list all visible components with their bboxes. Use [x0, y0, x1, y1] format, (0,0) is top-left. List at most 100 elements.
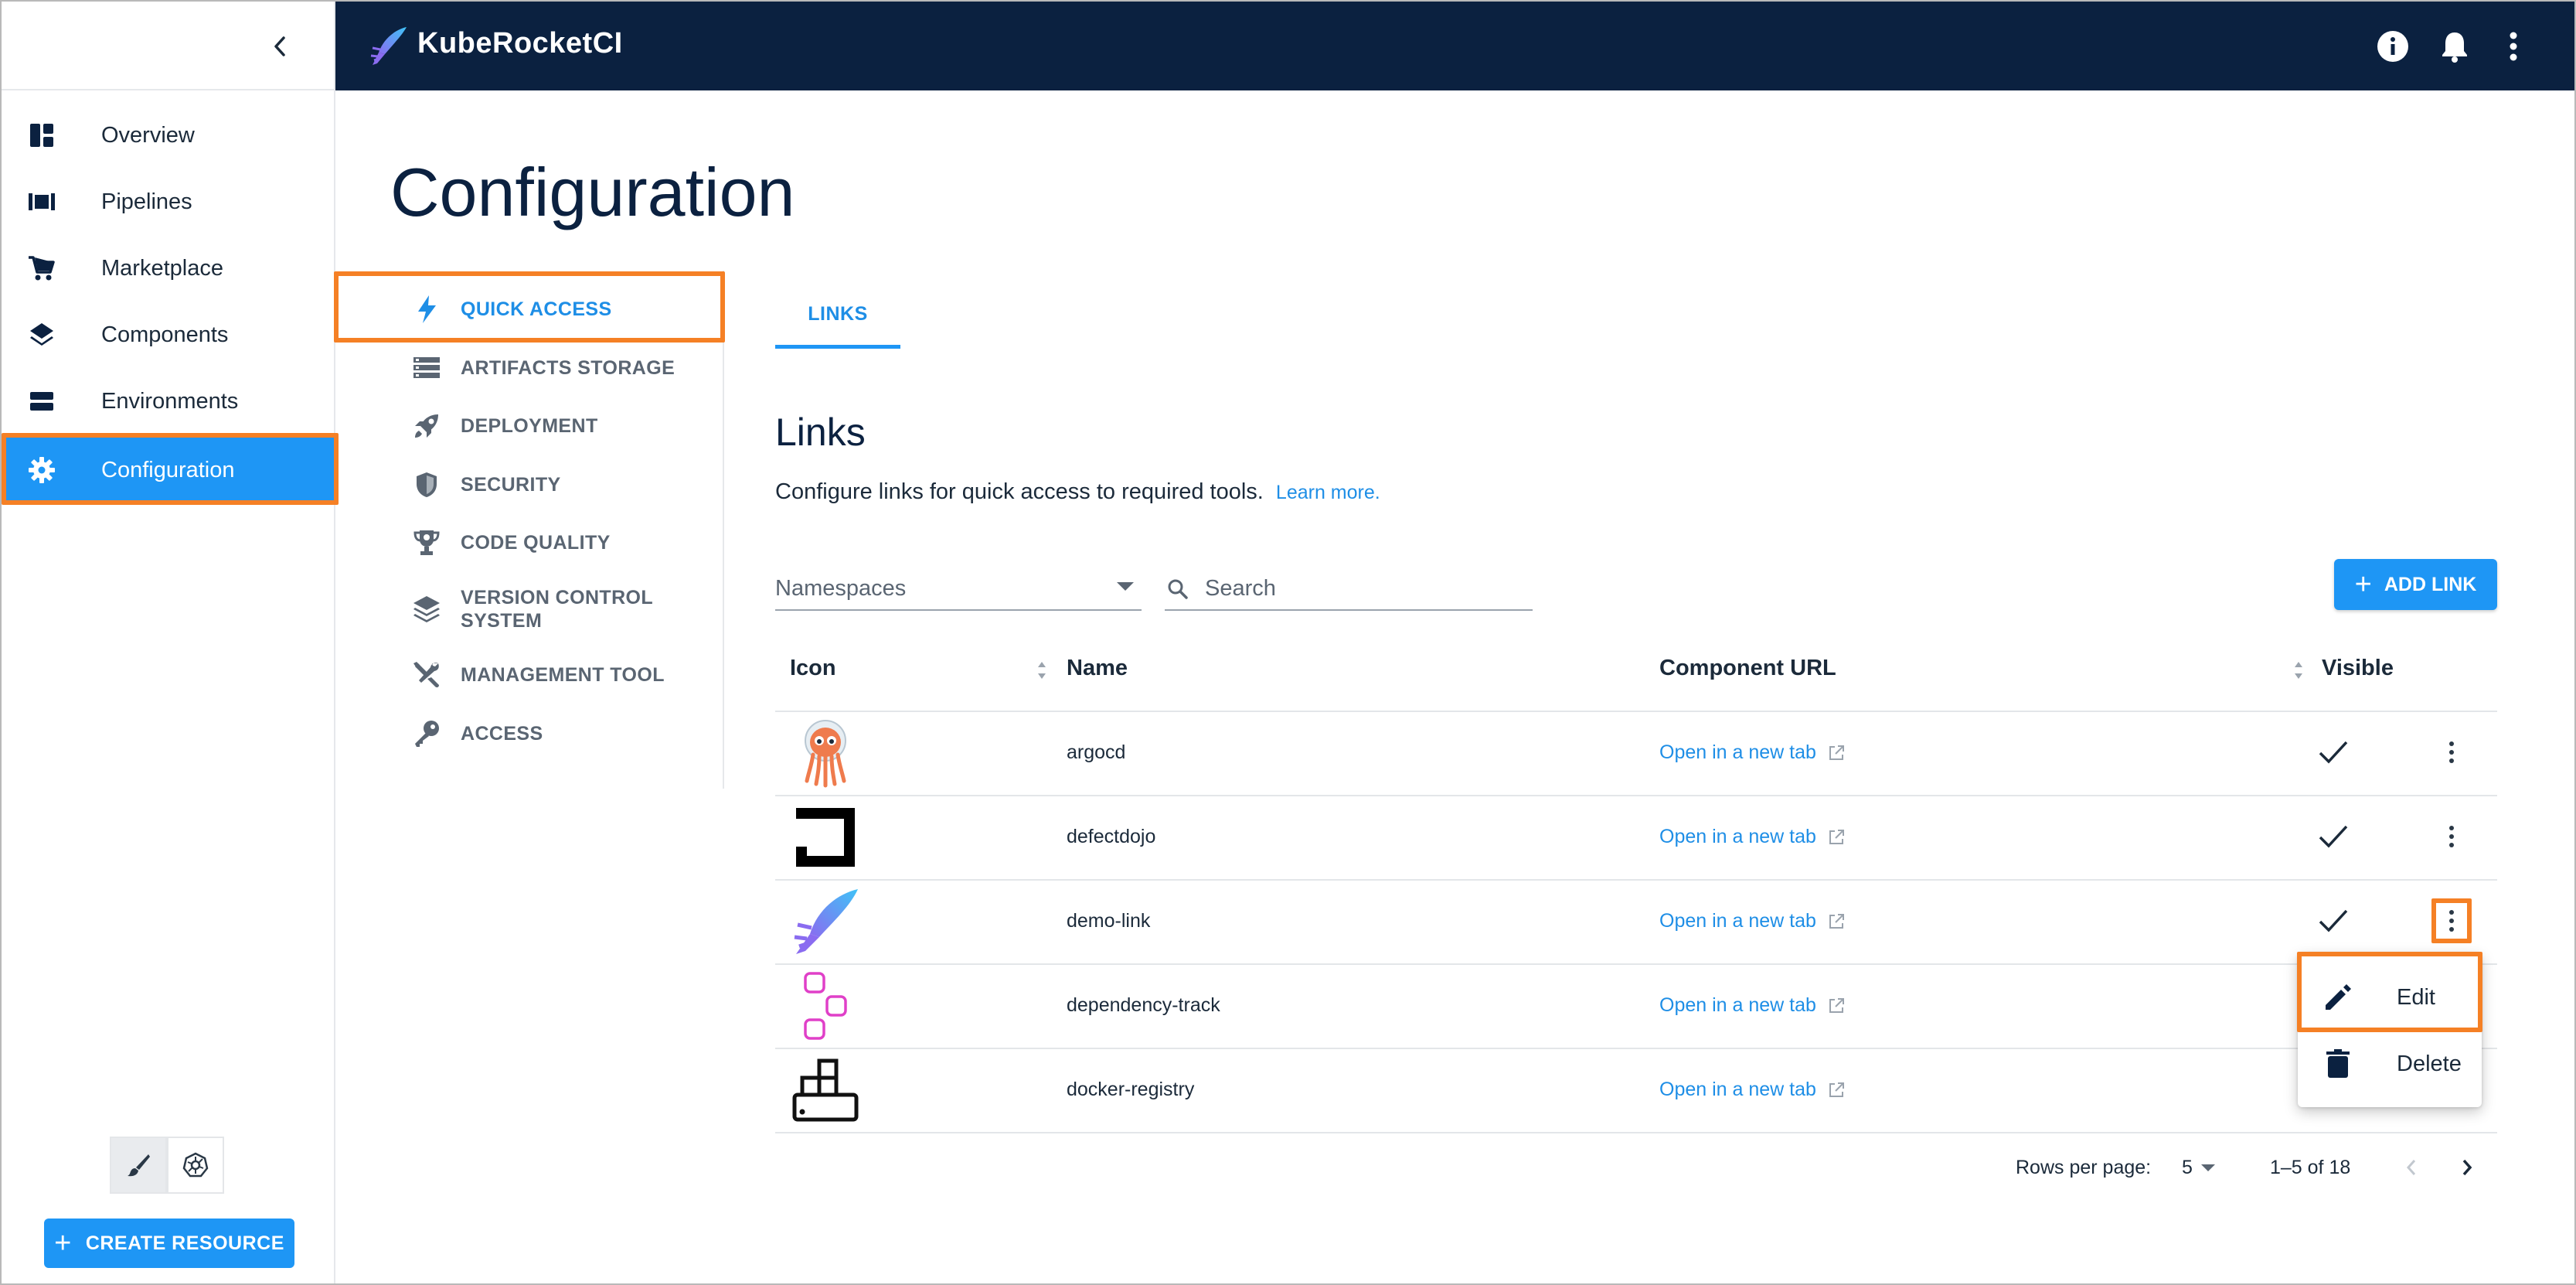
rows-per-page-label: Rows per page: [2016, 1157, 2152, 1178]
notifications-button[interactable] [2438, 29, 2472, 63]
component-url-link[interactable]: Open in a new tab [1659, 1079, 1846, 1101]
trophy-icon [410, 526, 444, 560]
url-text: Open in a new tab [1659, 1079, 1816, 1100]
link-name: demo-link [1067, 910, 1151, 932]
rocket-icon [410, 409, 444, 443]
link-name: docker-registry [1067, 1079, 1195, 1100]
subnav-label: CODE QUALITY [461, 532, 611, 554]
argocd-icon [805, 720, 846, 788]
subnav-quick-access[interactable]: QUICK ACCESS [410, 290, 612, 329]
tools-icon [410, 658, 444, 692]
column-header-visible[interactable]: Visible [2322, 656, 2394, 681]
component-url-link[interactable]: Open in a new tab [1659, 994, 1846, 1017]
chevron-left-icon [2406, 1160, 2416, 1175]
component-url-link[interactable]: Open in a new tab [1659, 741, 1846, 764]
row-divider [775, 963, 2497, 965]
sidebar-item-configuration[interactable]: Configuration [2, 437, 335, 503]
kuberocketci-icon [794, 889, 858, 954]
subnav-management-tool[interactable]: MANAGEMENT TOOL [410, 656, 665, 694]
row-divider [775, 1132, 2497, 1133]
layers-icon [28, 321, 56, 349]
sort-icon[interactable] [2291, 659, 2306, 682]
dropdown-arrow-icon [2201, 1164, 2215, 1171]
search-icon [1165, 576, 1191, 602]
subnav-security[interactable]: SECURITY [410, 465, 561, 504]
subnav-label-line1: VERSION CONTROL [461, 587, 654, 608]
section-description: Configure links for quick access to requ… [775, 479, 1380, 505]
bolt-icon [410, 292, 444, 326]
row-actions-button[interactable] [2442, 821, 2461, 852]
search-placeholder: Search [1205, 576, 1276, 601]
url-text: Open in a new tab [1659, 994, 1816, 1016]
column-header-icon[interactable]: Icon [790, 656, 836, 681]
column-header-component-url[interactable]: Component URL [1659, 656, 1836, 681]
chevron-left-icon [274, 36, 285, 56]
subnav-label: MANAGEMENT TOOL [461, 664, 665, 686]
sidebar-header [2, 2, 334, 90]
subnav-label: DEPLOYMENT [461, 415, 598, 437]
external-link-icon [1829, 997, 1844, 1013]
subnav-version-control-system[interactable]: VERSION CONTROL SYSTEM [410, 582, 653, 636]
delete-menu-item[interactable]: Delete [2298, 1031, 2482, 1096]
shield-icon [410, 468, 444, 502]
row-divider [775, 1048, 2497, 1049]
brush-theme-button[interactable] [110, 1137, 167, 1194]
row-actions-button[interactable] [2442, 737, 2461, 768]
external-link-icon [1829, 829, 1844, 844]
subnav-label: SECURITY [461, 474, 561, 496]
brush-icon [128, 1154, 150, 1177]
link-name: dependency-track [1067, 994, 1220, 1016]
section-title: Links [775, 411, 866, 454]
cart-icon [28, 254, 56, 282]
create-resource-button[interactable]: + CREATE RESOURCE [44, 1219, 294, 1268]
sidebar-item-pipelines[interactable]: Pipelines [2, 169, 335, 235]
defectdojo-icon [796, 808, 855, 867]
component-url-link[interactable]: Open in a new tab [1659, 826, 1846, 848]
url-text: Open in a new tab [1659, 910, 1816, 932]
edit-label: Edit [2397, 984, 2435, 1010]
link-name: argocd [1067, 741, 1126, 763]
previous-page-button[interactable] [2396, 1152, 2427, 1183]
dashboard-icon [28, 121, 56, 149]
url-text: Open in a new tab [1659, 741, 1816, 763]
info-button[interactable] [2376, 29, 2410, 63]
column-header-name[interactable]: Name [1067, 656, 1128, 681]
sort-icon[interactable] [1034, 659, 1050, 682]
kubernetes-icon [182, 1152, 209, 1178]
brand-name: KubeRocketCI [417, 27, 623, 60]
sidebar-item-overview[interactable]: Overview [2, 102, 335, 169]
subnav-access[interactable]: ACCESS [410, 714, 543, 753]
learn-more-link[interactable]: Learn more. [1276, 482, 1380, 503]
subnav-code-quality[interactable]: CODE QUALITY [410, 523, 611, 562]
next-page-button[interactable] [2452, 1152, 2482, 1183]
subnav-label-line2: SYSTEM [461, 610, 543, 632]
namespaces-select[interactable]: Namespaces [775, 568, 1142, 611]
sidebar-item-environments[interactable]: Environments [2, 368, 335, 435]
sidebar-item-label: Marketplace [101, 255, 223, 281]
kubernetes-theme-button[interactable] [167, 1137, 224, 1194]
add-link-label: ADD LINK [2384, 573, 2477, 595]
add-link-button[interactable]: + ADD LINK [2334, 559, 2497, 610]
trash-icon [2322, 1048, 2353, 1079]
edit-menu-item[interactable]: Edit [2298, 965, 2482, 1030]
search-input[interactable]: Search [1165, 568, 1533, 611]
subnav-label: ARTIFACTS STORAGE [461, 357, 675, 379]
pipelines-icon [28, 188, 56, 216]
sidebar-item-components[interactable]: Components [2, 302, 335, 368]
info-icon [2377, 31, 2408, 62]
pagination-range: 1–5 of 18 [2270, 1157, 2351, 1178]
top-header: KubeRocketCI [335, 2, 2574, 90]
url-text: Open in a new tab [1659, 826, 1816, 847]
sidebar-item-marketplace[interactable]: Marketplace [2, 235, 335, 302]
subnav-label: ACCESS [461, 723, 543, 745]
tab-links[interactable]: LINKS [775, 278, 900, 349]
rows-per-page-select[interactable]: 5 [2182, 1157, 2193, 1179]
subnav-artifacts-storage[interactable]: ARTIFACTS STORAGE [410, 349, 675, 387]
subnav-deployment[interactable]: DEPLOYMENT [410, 407, 598, 445]
row-divider [775, 711, 2497, 712]
collapse-sidebar-button[interactable] [264, 31, 295, 62]
more-options-button[interactable] [2496, 29, 2530, 63]
row-actions-button[interactable] [2442, 905, 2461, 936]
component-url-link[interactable]: Open in a new tab [1659, 910, 1846, 932]
description-text: Configure links for quick access to requ… [775, 479, 1264, 504]
